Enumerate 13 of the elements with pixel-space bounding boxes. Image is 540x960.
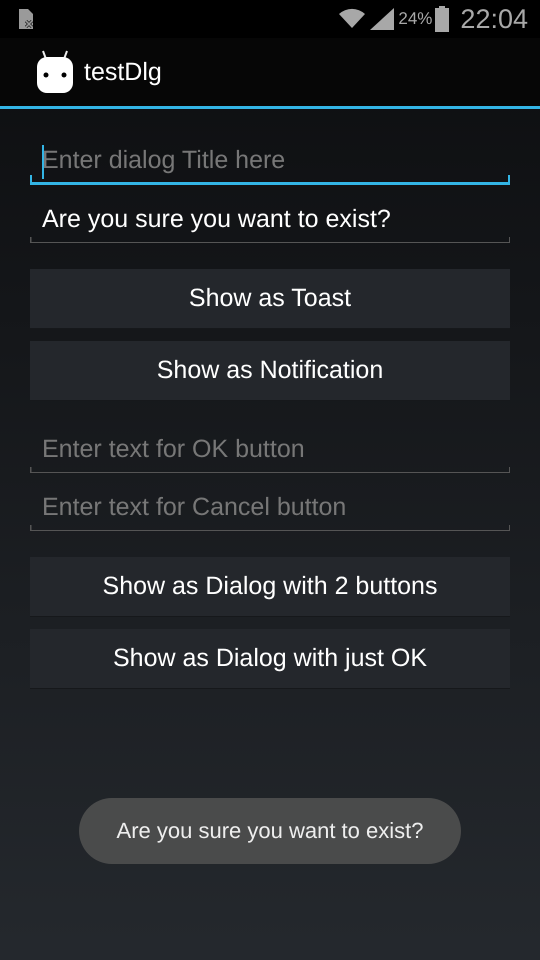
action-button[interactable]: Show as Notification — [30, 341, 510, 401]
signal-icon — [369, 7, 396, 31]
action-button[interactable]: Show as Dialog with just OK — [30, 629, 510, 689]
battery-percentage: 24% — [398, 9, 432, 29]
action-button[interactable]: Show as Toast — [30, 269, 510, 329]
toast-message: Are you sure you want to exist? — [78, 798, 462, 864]
app-title: testDlg — [84, 58, 162, 86]
action-button[interactable]: Show as Dialog with 2 buttons — [30, 557, 510, 617]
sim-card-icon — [18, 8, 34, 30]
app-icon — [36, 50, 74, 94]
clock: 22:04 — [460, 4, 528, 34]
text-cursor — [42, 145, 44, 179]
battery-icon — [435, 6, 450, 32]
